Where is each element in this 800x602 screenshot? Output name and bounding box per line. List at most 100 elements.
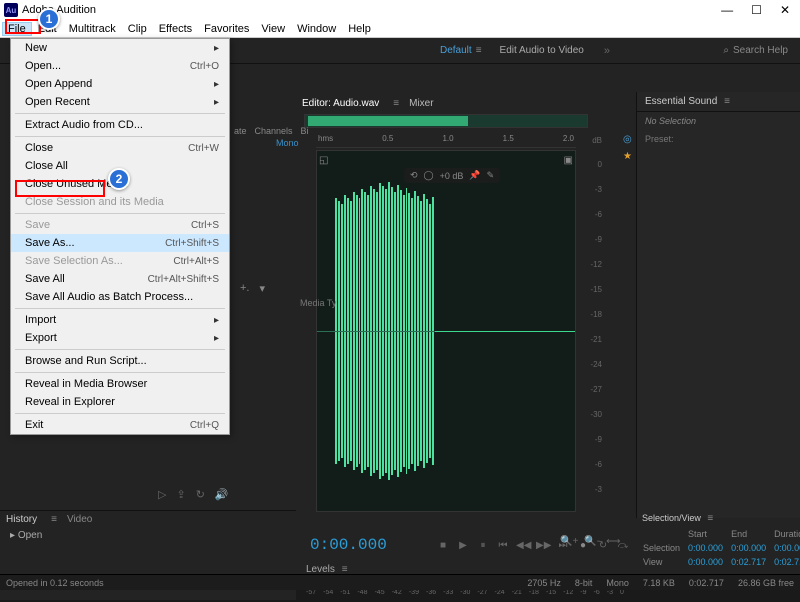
workspace-edit-video[interactable]: Edit Audio to Video <box>500 45 584 56</box>
menu-item-label: Open... <box>25 60 61 72</box>
menu-shortcut: Ctrl+Shift+S <box>165 238 219 249</box>
history-item-open[interactable]: ▸ Open <box>0 528 296 543</box>
annotation-badge-1: 1 <box>38 8 60 30</box>
menu-help[interactable]: Help <box>342 22 377 36</box>
overview-waveform <box>308 116 468 126</box>
menu-separator <box>15 136 225 137</box>
menu-item-label: Open Append <box>25 78 92 90</box>
snapshot-icon[interactable]: ▣ <box>564 155 573 166</box>
menu-item-label: New <box>25 42 47 54</box>
menu-item-open-recent[interactable]: Open Recent▸ <box>11 93 229 111</box>
close-button[interactable]: ✕ <box>780 3 790 17</box>
history-menu-icon[interactable]: ≡ <box>51 514 57 525</box>
edit-tool-icon[interactable]: ◱ <box>319 155 328 166</box>
back-button[interactable]: ◀◀ <box>516 540 530 551</box>
db-mark: -6 <box>595 210 602 219</box>
levels-tick: -39 <box>409 589 419 596</box>
menu-item-new[interactable]: New▸ <box>11 39 229 57</box>
menu-favorites[interactable]: Favorites <box>198 22 255 36</box>
db-mark: -9 <box>595 235 602 244</box>
fwd-button[interactable]: ▶▶ <box>536 540 550 551</box>
maximize-button[interactable]: ☐ <box>751 3 762 17</box>
minimize-button[interactable]: — <box>721 3 733 17</box>
view-start[interactable]: 0:00.000 <box>685 556 726 568</box>
speaker-icon[interactable]: 🔊 <box>215 488 229 501</box>
essential-sound-title: Essential Sound <box>645 96 717 107</box>
levels-tick: -12 <box>563 589 573 596</box>
menu-item-close[interactable]: CloseCtrl+W <box>11 139 229 157</box>
edit-icon[interactable]: ✎ <box>487 170 495 181</box>
menu-item-extract-audio-from-cd[interactable]: Extract Audio from CD... <box>11 116 229 134</box>
menu-item-save-selection-as: Save Selection As...Ctrl+Alt+S <box>11 252 229 270</box>
status-channels: Mono <box>606 578 629 588</box>
menu-item-reveal-in-explorer[interactable]: Reveal in Explorer <box>11 393 229 411</box>
menu-item-export[interactable]: Export▸ <box>11 329 229 347</box>
pin-icon[interactable]: 📌 <box>469 170 480 181</box>
db-mark: -9 <box>595 435 602 444</box>
menu-item-save-all-audio-as-batch-process[interactable]: Save All Audio as Batch Process... <box>11 288 229 306</box>
export-icon[interactable]: ⇪ <box>176 488 185 501</box>
view-end[interactable]: 0:02.717 <box>728 556 769 568</box>
status-free: 26.86 GB free <box>738 578 794 588</box>
essential-sound-panel: Essential Sound ≡ No Selection Preset: <box>636 92 800 518</box>
levels-scale: -57-54-51-48-45-42-39-36-33-30-27-24-21-… <box>300 589 630 596</box>
zoom-in-icon[interactable]: 🔍+ <box>560 536 578 547</box>
pan-icon[interactable]: ⟲ <box>410 170 418 181</box>
zoom-out-icon[interactable]: 🔍- <box>584 536 600 547</box>
workspace-menu-icon[interactable]: ≡ <box>476 45 482 56</box>
filter-icon[interactable]: ▾ <box>259 282 265 295</box>
star-icon[interactable]: ★ <box>623 151 632 162</box>
menu-item-import[interactable]: Import▸ <box>11 311 229 329</box>
levels-tick: -18 <box>529 589 539 596</box>
rewind-button[interactable]: ⏮ <box>496 540 510 551</box>
levels-tick: -42 <box>392 589 402 596</box>
gain-knob-icon[interactable]: ◯ <box>424 170 434 181</box>
editor-tab-menu-icon[interactable]: ≡ <box>393 98 399 109</box>
sel-end[interactable]: 0:00.000 <box>728 542 769 554</box>
workspace-more-icon[interactable]: » <box>604 45 610 57</box>
tab-editor[interactable]: Editor: Audio.wav <box>296 96 385 111</box>
zoom-target-icon[interactable]: ◎ <box>623 134 632 145</box>
menu-view[interactable]: View <box>255 22 291 36</box>
menu-clip[interactable]: Clip <box>122 22 153 36</box>
levels-tick: -21 <box>512 589 522 596</box>
levels-tick: -30 <box>460 589 470 596</box>
sel-start[interactable]: 0:00.000 <box>685 542 726 554</box>
annotation-badge-2: 2 <box>108 168 130 190</box>
zoom-full-icon[interactable]: ⟷ <box>606 536 620 547</box>
menu-window[interactable]: Window <box>291 22 342 36</box>
menu-item-label: Save <box>25 219 50 231</box>
pause-button[interactable]: ⏸ <box>476 540 490 551</box>
status-bar: Opened in 0.12 seconds 2705 Hz 8-bit Mon… <box>0 574 800 590</box>
menu-multitrack[interactable]: Multitrack <box>63 22 122 36</box>
search-help[interactable]: ⌕ Search Help <box>723 45 788 56</box>
menu-item-save-all[interactable]: Save AllCtrl+Alt+Shift+S <box>11 270 229 288</box>
add-icon[interactable]: +. <box>240 282 249 295</box>
view-dur[interactable]: 0:02.717 <box>771 556 800 568</box>
row-view-label: View <box>640 556 683 568</box>
menu-item-exit[interactable]: ExitCtrl+Q <box>11 416 229 434</box>
menu-item-open[interactable]: Open...Ctrl+O <box>11 57 229 75</box>
waveform-canvas[interactable]: ◱ ▣ <box>316 150 576 512</box>
ruler-tick: hms <box>318 134 333 147</box>
menu-effects[interactable]: Effects <box>153 22 198 36</box>
selection-view-menu-icon[interactable]: ≡ <box>707 513 713 524</box>
play-button[interactable]: ▶ <box>456 540 470 551</box>
menu-item-browse-and-run-script[interactable]: Browse and Run Script... <box>11 352 229 370</box>
play-icon[interactable]: ▷ <box>158 488 166 501</box>
time-ruler[interactable]: hms0.51.01.52.0 <box>316 134 576 148</box>
tab-history[interactable]: History <box>6 514 37 525</box>
menu-item-save-as[interactable]: Save As...Ctrl+Shift+S <box>11 234 229 252</box>
loop-icon[interactable]: ↻ <box>196 488 205 501</box>
workspace-default[interactable]: Default <box>440 45 472 56</box>
annotation-rect-file <box>5 19 41 34</box>
search-icon: ⌕ <box>723 45 729 56</box>
sel-dur[interactable]: 0:00.000 <box>771 542 800 554</box>
tab-video[interactable]: Video <box>67 514 92 525</box>
tab-mixer[interactable]: Mixer <box>403 96 439 111</box>
menu-item-reveal-in-media-browser[interactable]: Reveal in Media Browser <box>11 375 229 393</box>
menu-item-open-append[interactable]: Open Append▸ <box>11 75 229 93</box>
essential-sound-menu-icon[interactable]: ≡ <box>724 96 730 107</box>
stop-button[interactable]: ■ <box>436 540 450 551</box>
view-tools: ◎ ★ <box>623 134 632 162</box>
